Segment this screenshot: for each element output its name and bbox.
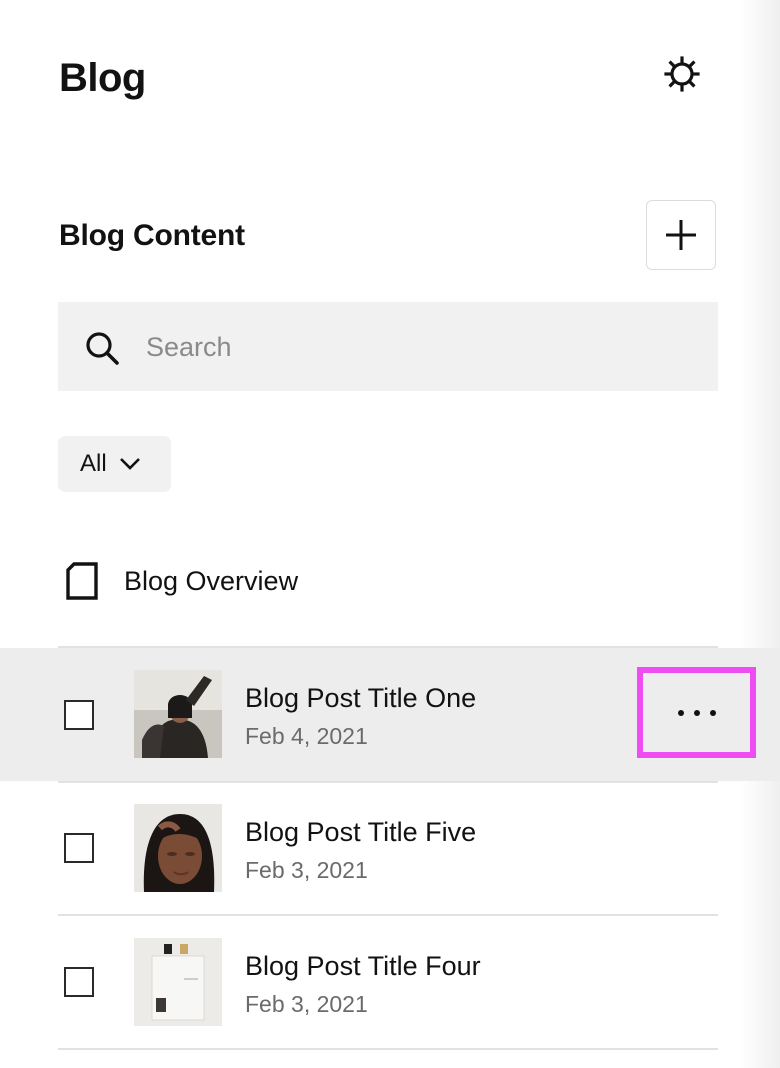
- post-date: Feb 3, 2021: [245, 857, 368, 883]
- search-input[interactable]: [144, 324, 688, 370]
- filter-label: All: [80, 450, 107, 477]
- add-post-button[interactable]: [646, 200, 716, 270]
- page-title: Blog: [59, 56, 146, 100]
- chevron-down-icon: [119, 457, 141, 471]
- divider: [58, 1048, 718, 1050]
- post-checkbox[interactable]: [64, 967, 94, 997]
- search-bar[interactable]: [58, 302, 718, 391]
- more-options-button[interactable]: [637, 667, 756, 758]
- gear-icon: [664, 56, 700, 92]
- plus-icon: [666, 220, 696, 250]
- table-row[interactable]: Blog Post Title Four Feb 3, 2021: [0, 916, 780, 1049]
- page-icon: [66, 562, 98, 600]
- post-checkbox[interactable]: [64, 700, 94, 730]
- more-horizontal-icon: [673, 709, 721, 716]
- post-thumbnail: [134, 804, 222, 892]
- table-row[interactable]: Blog Post Title Five Feb 3, 2021: [0, 782, 780, 915]
- post-date: Feb 4, 2021: [245, 723, 368, 749]
- section-title: Blog Content: [59, 219, 245, 252]
- post-date: Feb 3, 2021: [245, 991, 368, 1017]
- post-thumbnail: [134, 938, 222, 1026]
- post-thumbnail: [134, 670, 222, 758]
- post-checkbox[interactable]: [64, 833, 94, 863]
- filter-dropdown[interactable]: All: [58, 436, 171, 492]
- settings-button[interactable]: [658, 50, 706, 98]
- blog-overview-label: Blog Overview: [124, 565, 299, 596]
- post-title: Blog Post Title One: [245, 683, 477, 713]
- blog-overview-item[interactable]: Blog Overview: [58, 548, 718, 614]
- post-title: Blog Post Title Four: [245, 951, 481, 981]
- post-title: Blog Post Title Five: [245, 817, 477, 847]
- search-icon: [84, 330, 120, 366]
